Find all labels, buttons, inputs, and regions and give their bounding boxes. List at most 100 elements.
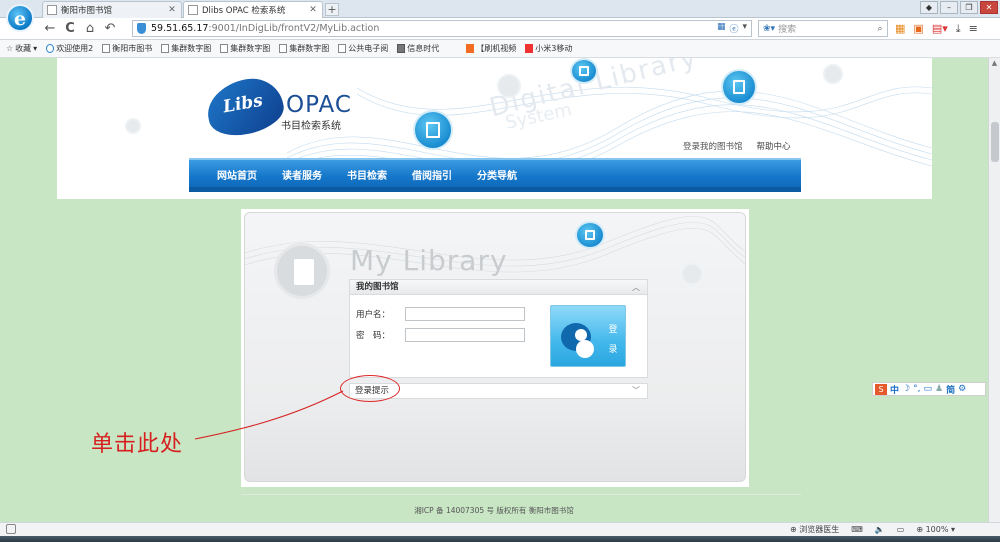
login-button[interactable]: 登录 bbox=[550, 305, 626, 367]
gear-icon[interactable]: ⚙ bbox=[958, 384, 966, 394]
user-icon[interactable]: ♟ bbox=[935, 384, 943, 394]
star-icon: ☆ bbox=[6, 44, 14, 53]
bookmark-item[interactable]: 信息时代 bbox=[397, 43, 439, 54]
annotation-text: 单击此处 bbox=[91, 432, 184, 457]
home-button[interactable]: ⌂ bbox=[82, 21, 98, 37]
zoom-level: 100% bbox=[925, 525, 949, 534]
note-icon bbox=[681, 263, 703, 285]
status-icon[interactable] bbox=[6, 524, 16, 534]
page-icon bbox=[188, 5, 198, 15]
ime-mode[interactable]: 中 bbox=[890, 383, 899, 396]
download-icon[interactable]: ⤓ bbox=[956, 22, 961, 36]
archive-icon bbox=[497, 74, 521, 98]
search-icon[interactable]: ⌕ bbox=[873, 24, 887, 34]
expand-icon[interactable]: ﹀ bbox=[632, 384, 640, 398]
image-icon[interactable]: ▣ bbox=[913, 22, 923, 36]
new-tab-button[interactable]: + bbox=[325, 3, 339, 16]
bookmarks-bar: ☆ 收藏 ▾ 欢迎使用2 衡阳市图书 集群数字图 集群数字图 集群数字图 公共电子阅… bbox=[0, 40, 1000, 58]
main-menu: 网站首页 读者服务 书目检索 借阅指引 分类导航 bbox=[189, 158, 801, 192]
logo-opac: OPAC bbox=[286, 92, 352, 118]
nav-bar: ← C ⌂ ↶ 59.51.65.17 :9001/InDigLib/front… bbox=[0, 18, 1000, 40]
tab-hengyang-library[interactable]: 衡阳市图书馆 ✕ bbox=[42, 1, 182, 18]
keyboard-icon[interactable]: ▭ bbox=[923, 384, 932, 394]
footer-copyright: 湘ICP 备 14007305 号 版权所有 衡阳市图书馆 bbox=[414, 506, 574, 515]
bookmark-item[interactable]: 小米3移动 bbox=[525, 43, 572, 54]
skin-icon[interactable]: ◆ bbox=[920, 1, 938, 14]
menu-catalog-search[interactable]: 书目检索 bbox=[347, 167, 387, 182]
panel-title: My Library bbox=[350, 244, 508, 277]
menu-borrowing-guide[interactable]: 借阅指引 bbox=[412, 167, 452, 182]
game-icon[interactable]: ⌨ bbox=[851, 525, 863, 534]
book-icon bbox=[570, 58, 598, 84]
search-placeholder: 搜索 bbox=[778, 25, 797, 35]
password-label: 密 码： bbox=[356, 331, 391, 341]
login-button-label: 登录 bbox=[608, 325, 618, 355]
ime-toolbar[interactable]: S 中 ☽ °, ▭ ♟ 简 ⚙ bbox=[872, 382, 986, 396]
bookmark-item[interactable]: 【刷机视频 bbox=[466, 43, 516, 54]
shield-icon bbox=[137, 23, 146, 34]
login-box-title: 我的图书馆 bbox=[356, 282, 399, 292]
collapse-icon[interactable]: ︿ bbox=[632, 280, 640, 295]
book-icon bbox=[575, 221, 605, 249]
ie-mode-icon[interactable]: ⓔ bbox=[729, 22, 738, 35]
qr-icon[interactable]: ▦ bbox=[717, 22, 726, 35]
maximize-button[interactable]: ❐ bbox=[960, 1, 978, 14]
password-input[interactable] bbox=[405, 328, 525, 342]
bookmark-favorites[interactable]: ☆ 收藏 ▾ bbox=[6, 43, 37, 54]
avatar-icon bbox=[274, 243, 330, 299]
page-icon bbox=[161, 44, 170, 53]
mi-mobile-icon bbox=[525, 44, 534, 53]
logo-subtitle: 书目检索系统 bbox=[281, 121, 341, 132]
close-icon[interactable]: ✕ bbox=[308, 5, 318, 15]
menu-home[interactable]: 网站首页 bbox=[217, 167, 257, 182]
close-icon[interactable]: ✕ bbox=[167, 5, 177, 15]
paw-icon: ❀▾ bbox=[763, 23, 776, 34]
address-tools: ▦ ⓔ ▾ bbox=[717, 22, 751, 35]
apps-icon[interactable]: ▦ bbox=[895, 22, 905, 36]
login-box: 我的图书馆 ︿ 用户名： 密 码： 登录 bbox=[349, 279, 648, 378]
username-input[interactable] bbox=[405, 307, 525, 321]
scrollbar-thumb[interactable] bbox=[991, 122, 999, 162]
mi-icon bbox=[466, 44, 475, 53]
close-window-button[interactable]: ✕ bbox=[980, 1, 998, 14]
zoom-control[interactable]: ⊕ 100% ▾ bbox=[916, 525, 955, 534]
help-center-link[interactable]: 帮助中心 bbox=[757, 140, 791, 152]
password-row: 密 码： bbox=[356, 328, 525, 342]
dropdown-icon[interactable]: ▾ bbox=[742, 22, 747, 35]
window-icon[interactable]: ▭ bbox=[897, 525, 905, 534]
menu-category-nav[interactable]: 分类导航 bbox=[477, 167, 517, 182]
browser-doctor[interactable]: ⊕ 浏览器医生 bbox=[790, 524, 839, 535]
back-button[interactable]: ← bbox=[42, 21, 58, 37]
refresh-button[interactable]: C bbox=[62, 21, 78, 37]
bookmark-item[interactable]: 衡阳市图书 bbox=[102, 43, 152, 54]
minimize-button[interactable]: – bbox=[940, 1, 958, 14]
vertical-scrollbar[interactable]: ▲ bbox=[988, 58, 1000, 522]
username-label: 用户名： bbox=[356, 310, 391, 320]
moon-icon[interactable]: ☽ bbox=[902, 384, 910, 394]
bookmark-item[interactable]: 公共电子阅 bbox=[338, 43, 388, 54]
bookmark-item[interactable]: 集群数字图 bbox=[161, 43, 211, 54]
tab-dlibs-opac[interactable]: Dlibs OPAC 检索系统 ✕ bbox=[183, 1, 323, 18]
ime-logo-icon: S bbox=[875, 383, 887, 395]
browser-logo-icon[interactable]: e bbox=[6, 4, 34, 32]
ime-simplified[interactable]: 简 bbox=[946, 383, 955, 396]
menu-icon[interactable]: ≡ bbox=[969, 22, 978, 36]
extension-icon[interactable]: ▤▾ bbox=[932, 22, 948, 36]
bookmark-label: 公共电子阅 bbox=[348, 44, 389, 53]
search-box[interactable]: ❀▾ 搜索 ⌕ bbox=[758, 20, 888, 37]
page-icon bbox=[47, 5, 57, 15]
tab-label: 衡阳市图书馆 bbox=[61, 6, 113, 16]
bookmark-item[interactable]: 集群数字图 bbox=[220, 43, 270, 54]
sound-icon[interactable]: 🔈 bbox=[875, 525, 885, 534]
tab-bar: e 衡阳市图书馆 ✕ Dlibs OPAC 检索系统 ✕ + ◆ – ❐ ✕ bbox=[0, 0, 1000, 32]
address-bar[interactable]: 59.51.65.17 :9001/InDigLib/frontV2/MyLib… bbox=[132, 20, 752, 37]
my-library-login-link[interactable]: 登录我的图书馆 bbox=[683, 140, 743, 152]
bookmark-label: 小米3移动 bbox=[535, 44, 573, 53]
undo-button[interactable]: ↶ bbox=[102, 21, 118, 37]
chart-icon bbox=[338, 44, 347, 53]
punct-icon[interactable]: °, bbox=[913, 384, 920, 394]
menu-reader-services[interactable]: 读者服务 bbox=[282, 167, 322, 182]
info-icon bbox=[397, 44, 406, 53]
bookmark-item[interactable]: 集群数字图 bbox=[279, 43, 329, 54]
bookmark-item[interactable]: 欢迎使用2 bbox=[46, 43, 93, 54]
